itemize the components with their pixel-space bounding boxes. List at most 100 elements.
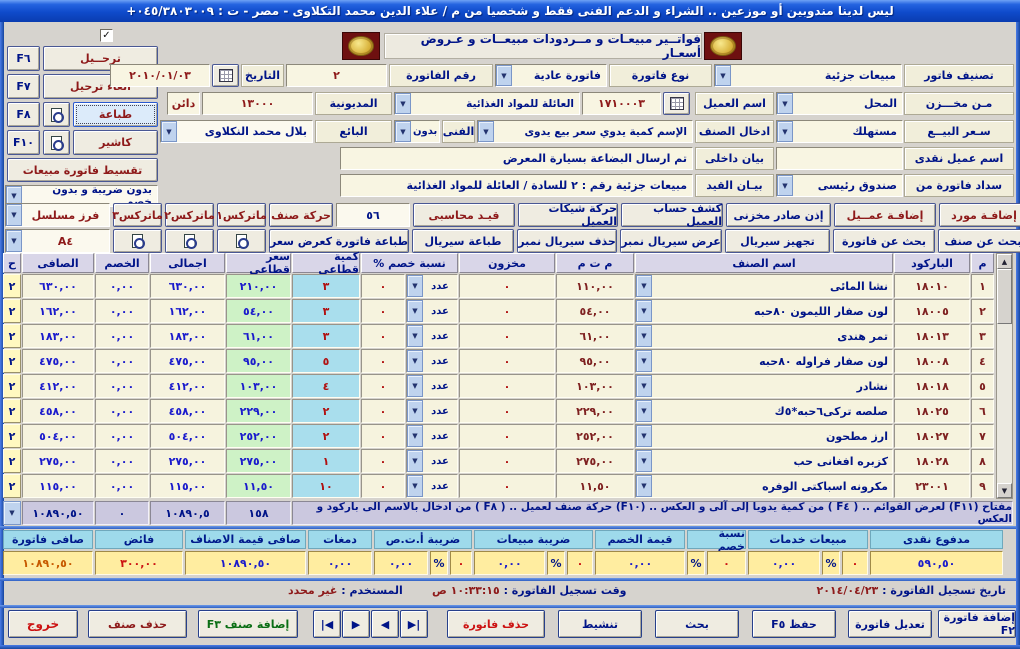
seller-combo[interactable]: ▼ بلال محمد النكلاوى <box>160 120 313 143</box>
nav-first-button[interactable]: |◀ <box>313 610 341 638</box>
row-expand-button[interactable]: ٢ <box>3 474 21 498</box>
unit-combo[interactable]: ▼عدد <box>406 374 458 398</box>
cell-total[interactable]: ١٦٢,٠٠ <box>150 299 225 323</box>
cell-mtm[interactable]: ٢٧٥,٠٠ <box>556 449 634 473</box>
cell-mtm[interactable]: ١٠٣,٠٠ <box>556 374 634 398</box>
cell-total[interactable]: ١١٥,٠٠ <box>150 474 225 498</box>
cell-stock[interactable]: ٠ <box>459 474 555 498</box>
matrix3-button[interactable]: ماتركس٣ <box>113 203 162 227</box>
installment-invoice-button[interactable]: تقسيط فاتورة مبيعات <box>7 158 158 182</box>
row-expand-button[interactable]: ٢ <box>3 424 21 448</box>
item-name-combo[interactable]: ▼نشا المائى <box>635 274 893 298</box>
cell-net[interactable]: ١٦٢,٠٠ <box>22 299 94 323</box>
cell-net[interactable]: ٦٣٠,٠٠ <box>22 274 94 298</box>
cell-discount[interactable]: ٠,٠٠ <box>95 374 149 398</box>
cell-discount[interactable]: ٠,٠٠ <box>95 449 149 473</box>
discount-value[interactable]: ٠,٠٠ <box>595 551 685 575</box>
cell-discount-pct[interactable]: ٠ <box>361 274 405 298</box>
stamps-value[interactable]: ٠,٠٠ <box>308 551 372 575</box>
item-name-combo[interactable]: ▼تمر هندى <box>635 324 893 348</box>
cell-discount-pct[interactable]: ٠ <box>361 299 405 323</box>
cashier-button[interactable]: كاشير <box>73 130 158 155</box>
row-expand-button[interactable]: ٢ <box>3 449 21 473</box>
add-customer-button[interactable]: إضافـة عمــيل <box>834 203 936 227</box>
cell-discount-pct[interactable]: ٠ <box>361 474 405 498</box>
cell-total[interactable]: ٦٣٠,٠٠ <box>150 274 225 298</box>
add-invoice-button[interactable]: إضافة فاتورة F٢ <box>938 610 1016 638</box>
cell-net[interactable]: ٥٠٤,٠٠ <box>22 424 94 448</box>
cell-mtm[interactable]: ٥٤,٠٠ <box>556 299 634 323</box>
item-name-combo[interactable]: ▼نشادر <box>635 374 893 398</box>
cashier-preview-button[interactable] <box>43 130 70 155</box>
item-name-combo[interactable]: ▼لون صفار الليمون ٨٠حبه <box>635 299 893 323</box>
unit-combo[interactable]: ▼عدد <box>406 324 458 348</box>
cell-total[interactable]: ٢٧٥,٠٠ <box>150 449 225 473</box>
cell-net[interactable]: ٤٥٨,٠٠ <box>22 399 94 423</box>
cell-barcode[interactable]: ١٨٠٢٨ <box>894 449 970 473</box>
cell-stock[interactable]: ٠ <box>459 299 555 323</box>
print-preview-1-button[interactable] <box>113 229 162 253</box>
cell-barcode[interactable]: ٢٣٠٠١ <box>894 474 970 498</box>
cell-stock[interactable]: ٠ <box>459 374 555 398</box>
cell-retail-price[interactable]: ٢٧٥,٠٠ <box>226 449 291 473</box>
cell-total[interactable]: ٤١٢,٠٠ <box>150 374 225 398</box>
cell-retail-price[interactable]: ١١,٥٠ <box>226 474 291 498</box>
cell-retail-qty[interactable]: ٣ <box>292 324 360 348</box>
cell-stock[interactable]: ٠ <box>459 424 555 448</box>
invoice-number-field[interactable]: ٢ <box>286 64 387 87</box>
unit-combo[interactable]: ▼عدد <box>406 399 458 423</box>
cell-retail-qty[interactable]: ١٠ <box>292 474 360 498</box>
nav-prev-button[interactable]: ◀ <box>371 610 399 638</box>
delete-item-button[interactable]: حذف صنف <box>88 610 187 638</box>
add-item-button[interactable]: إضافة صنف F٣ <box>198 610 298 638</box>
cell-retail-price[interactable]: ٦١,٠٠ <box>226 324 291 348</box>
scroll-up-icon[interactable]: ▲ <box>997 254 1012 269</box>
unit-combo[interactable]: ▼عدد <box>406 449 458 473</box>
cell-retail-qty[interactable]: ٤ <box>292 374 360 398</box>
cell-retail-price[interactable]: ٢٢٩,٠٠ <box>226 399 291 423</box>
cell-mtm[interactable]: ٢٥٢,٠٠ <box>556 424 634 448</box>
cell-retail-price[interactable]: ١٠٣,٠٠ <box>226 374 291 398</box>
cell-discount-pct[interactable]: ٠ <box>361 399 405 423</box>
cell-total[interactable]: ٤٧٥,٠٠ <box>150 349 225 373</box>
unit-combo[interactable]: ▼عدد <box>406 349 458 373</box>
calendar-button[interactable] <box>212 64 239 87</box>
scrollbar-track[interactable] <box>997 324 1012 483</box>
cell-barcode[interactable]: ١٨٠٠٨ <box>894 349 970 373</box>
cell-discount-pct[interactable]: ٠ <box>361 324 405 348</box>
cell-barcode[interactable]: ١٨٠١٨ <box>894 374 970 398</box>
cell-net[interactable]: ٤٧٥,٠٠ <box>22 349 94 373</box>
print-button[interactable]: طباعة <box>73 102 158 127</box>
ats-tax-value[interactable]: ٠,٠٠ <box>374 551 428 575</box>
invoice-class-combo[interactable]: ▼ مبيعات جزئية <box>714 64 902 87</box>
f8-key-button[interactable]: F٨ <box>7 102 40 127</box>
cell-barcode[interactable]: ١٨٠٢٧ <box>894 424 970 448</box>
exit-button[interactable]: خروج <box>8 610 78 638</box>
serial-sort-combo[interactable]: ▼ فرز مسلسل <box>5 203 110 227</box>
print-serial-button[interactable]: طباعة سيريال <box>412 229 514 253</box>
cell-net[interactable]: ١٨٣,٠٠ <box>22 324 94 348</box>
search-button[interactable]: بحث <box>655 610 739 638</box>
search-item-button[interactable]: بحث عن صنف <box>938 229 1020 253</box>
cell-discount[interactable]: ٠,٠٠ <box>95 349 149 373</box>
technician-combo[interactable]: ▼ بدون <box>394 120 440 143</box>
cell-barcode[interactable]: ١٨٠٠٥ <box>894 299 970 323</box>
cell-stock[interactable]: ٠ <box>459 274 555 298</box>
cell-retail-price[interactable]: ٩٥,٠٠ <box>226 349 291 373</box>
cell-barcode[interactable]: ١٨٠١٣ <box>894 324 970 348</box>
cell-net[interactable]: ١١٥,٠٠ <box>22 474 94 498</box>
search-invoice-button[interactable]: بحث عن فاتورة <box>833 229 935 253</box>
print-preview-2-button[interactable] <box>165 229 214 253</box>
unit-combo[interactable]: ▼عدد <box>406 274 458 298</box>
cell-stock[interactable]: ٠ <box>459 324 555 348</box>
cell-stock[interactable]: ٠ <box>459 399 555 423</box>
customer-name-combo[interactable]: ▼ العائلة للمواد الغذائية <box>394 92 580 115</box>
cell-retail-qty[interactable]: ٣ <box>292 274 360 298</box>
cell-net[interactable]: ٢٧٥,٠٠ <box>22 449 94 473</box>
activate-button[interactable]: تنشيط <box>558 610 642 638</box>
accounting-entry-button[interactable]: قيـد محاسبى <box>413 203 515 227</box>
entry-mode-combo[interactable]: ▼ الإسم كمية يدوي سعر بيع يدوى <box>477 120 693 143</box>
item-name-combo[interactable]: ▼مكرونه اسباكتى الوفره <box>635 474 893 498</box>
delete-invoice-button[interactable]: حذف فاتورة <box>447 610 545 638</box>
invoice-date-field[interactable]: ٢٠١٠/٠١/٠٣ <box>110 64 210 87</box>
